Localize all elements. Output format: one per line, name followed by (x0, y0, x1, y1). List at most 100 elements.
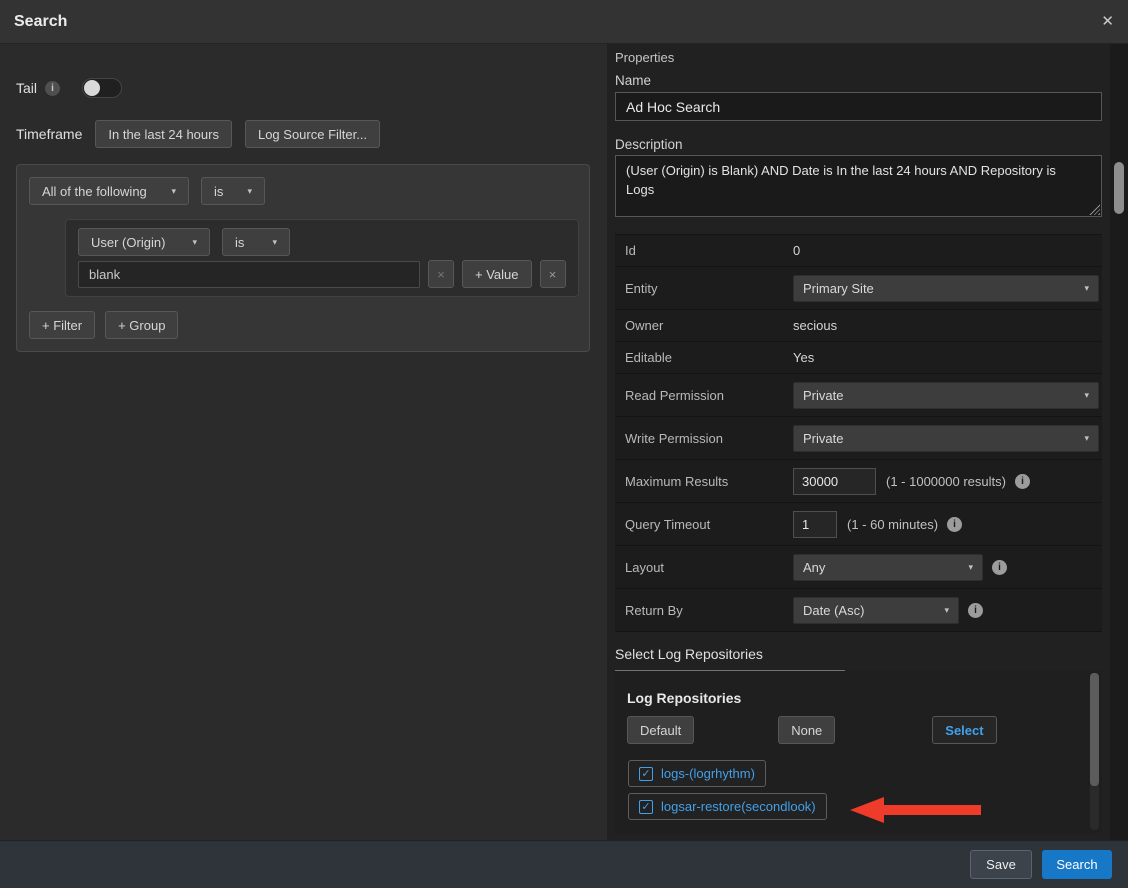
repo-item-logsar-restore-secondlook[interactable]: ✓ logsar-restore(secondlook) (628, 793, 827, 820)
repo-item-label: logsar-restore(secondlook) (661, 799, 816, 814)
info-icon: i (968, 603, 983, 618)
default-button[interactable]: Default (627, 716, 694, 744)
layout-select[interactable]: Any ▾ (793, 554, 983, 581)
chevron-down-icon: ▾ (272, 238, 277, 247)
table-row-entity: Entity Primary Site ▾ (615, 267, 1102, 310)
property-value: Yes (793, 350, 814, 365)
tail-label: Tail (16, 80, 37, 96)
tail-row: Tail i (16, 78, 591, 98)
property-label: Read Permission (625, 388, 793, 403)
log-source-filter-button[interactable]: Log Source Filter... (245, 120, 380, 148)
chevron-down-icon: ▾ (1084, 391, 1089, 400)
close-icon[interactable]: ✕ (1101, 14, 1114, 29)
field-dropdown[interactable]: User (Origin) ▾ (78, 228, 210, 256)
filter-value-row: × + Value × (78, 260, 566, 288)
info-icon: i (1015, 474, 1030, 489)
chevron-down-icon: ▾ (944, 606, 949, 615)
name-input[interactable] (615, 92, 1102, 121)
table-row-query-timeout: Query Timeout (1 - 60 minutes) i (615, 503, 1102, 546)
description-textarea[interactable]: (User (Origin) is Blank) AND Date is In … (615, 155, 1102, 217)
return-by-select-value: Date (Asc) (803, 603, 864, 618)
group-condition-label: is (214, 184, 223, 199)
read-permission-select[interactable]: Private ▾ (793, 382, 1099, 409)
search-button[interactable]: Search (1042, 850, 1112, 879)
property-value: secious (793, 318, 837, 333)
property-label: Entity (625, 281, 793, 296)
dialog-titlebar: Search ✕ (0, 0, 1128, 44)
remove-value-button[interactable]: × (428, 260, 454, 288)
description-text: (User (Origin) is Blank) AND Date is In … (626, 163, 1056, 197)
filter-group: All of the following ▾ is ▾ User (Origin… (16, 164, 590, 352)
dialog-scrollbar-thumb[interactable] (1114, 162, 1124, 214)
property-label: Layout (625, 560, 793, 575)
property-label: Maximum Results (625, 474, 793, 489)
layout-select-value: Any (803, 560, 825, 575)
search-dialog: Search ✕ Tail i Timeframe In the last 24… (0, 0, 1128, 888)
description-label: Description (615, 137, 1102, 152)
maximum-results-hint: (1 - 1000000 results) (886, 474, 1006, 489)
add-value-button[interactable]: + Value (462, 260, 532, 288)
filter-value-input[interactable] (78, 261, 420, 288)
chevron-down-icon: ▾ (968, 563, 973, 572)
timeframe-button[interactable]: In the last 24 hours (95, 120, 232, 148)
add-filter-button[interactable]: + Filter (29, 311, 95, 339)
property-label: Write Permission (625, 431, 793, 446)
checked-checkbox-icon[interactable]: ✓ (639, 767, 653, 781)
select-log-repositories-label: Select Log Repositories (615, 646, 1102, 662)
table-row-layout: Layout Any ▾ i (615, 546, 1102, 589)
toggle-knob (84, 80, 100, 96)
timeframe-label: Timeframe (16, 126, 82, 142)
property-label: Return By (625, 603, 793, 618)
chevron-down-icon: ▾ (192, 238, 197, 247)
remove-filter-button[interactable]: × (540, 260, 566, 288)
table-row-owner: Owner secious (615, 310, 1102, 342)
property-label: Editable (625, 350, 793, 365)
select-button[interactable]: Select (932, 716, 996, 744)
chevron-down-icon: ▾ (1084, 284, 1089, 293)
dialog-scrollbar-track[interactable] (1110, 44, 1128, 840)
filter-row: User (Origin) ▾ is ▾ × + Value × (65, 219, 579, 297)
info-icon: i (947, 517, 962, 532)
resize-grip-icon[interactable] (1089, 204, 1100, 215)
filter-group-actions: + Filter + Group (29, 311, 577, 339)
group-condition-dropdown[interactable]: is ▾ (201, 177, 265, 205)
properties-heading: Properties (615, 50, 1102, 65)
query-timeout-hint: (1 - 60 minutes) (847, 517, 938, 532)
repo-scrollbar-thumb[interactable] (1090, 673, 1099, 786)
write-permission-select[interactable]: Private ▾ (793, 425, 1099, 452)
table-row-write-permission: Write Permission Private ▾ (615, 417, 1102, 460)
property-label: Owner (625, 318, 793, 333)
add-group-button[interactable]: + Group (105, 311, 178, 339)
dialog-title: Search (14, 13, 67, 31)
table-row-return-by: Return By Date (Asc) ▾ i (615, 589, 1102, 632)
table-row-read-permission: Read Permission Private ▾ (615, 374, 1102, 417)
properties-panel: Properties Name Description (User (Origi… (607, 44, 1110, 840)
group-operator-dropdown[interactable]: All of the following ▾ (29, 177, 189, 205)
repo-item-logs-logrhythm[interactable]: ✓ logs-(logrhythm) (628, 760, 766, 787)
field-condition-dropdown[interactable]: is ▾ (222, 228, 290, 256)
read-permission-value: Private (803, 388, 843, 403)
chevron-down-icon: ▾ (247, 187, 252, 196)
query-timeout-input[interactable] (793, 511, 837, 538)
group-operator-label: All of the following (42, 184, 147, 199)
save-button[interactable]: Save (970, 850, 1032, 879)
repo-item-label: logs-(logrhythm) (661, 766, 755, 781)
none-button[interactable]: None (778, 716, 835, 744)
entity-select[interactable]: Primary Site ▾ (793, 275, 1099, 302)
write-permission-value: Private (803, 431, 843, 446)
filter-field-row: User (Origin) ▾ is ▾ (78, 228, 566, 256)
name-label: Name (615, 73, 1102, 88)
log-repositories-heading: Log Repositories (615, 670, 1102, 706)
info-icon: i (992, 560, 1007, 575)
checked-checkbox-icon[interactable]: ✓ (639, 800, 653, 814)
repo-scrollbar-track[interactable] (1090, 673, 1099, 830)
dialog-footer: Save Search (0, 840, 1128, 888)
field-condition-label: is (235, 235, 244, 250)
properties-table: Id 0 Entity Primary Site ▾ Owner secious… (615, 234, 1102, 632)
tail-toggle[interactable] (82, 78, 122, 98)
return-by-select[interactable]: Date (Asc) ▾ (793, 597, 959, 624)
timeframe-row: Timeframe In the last 24 hours Log Sourc… (16, 120, 591, 148)
maximum-results-input[interactable] (793, 468, 876, 495)
table-row-editable: Editable Yes (615, 342, 1102, 374)
field-label: User (Origin) (91, 235, 165, 250)
